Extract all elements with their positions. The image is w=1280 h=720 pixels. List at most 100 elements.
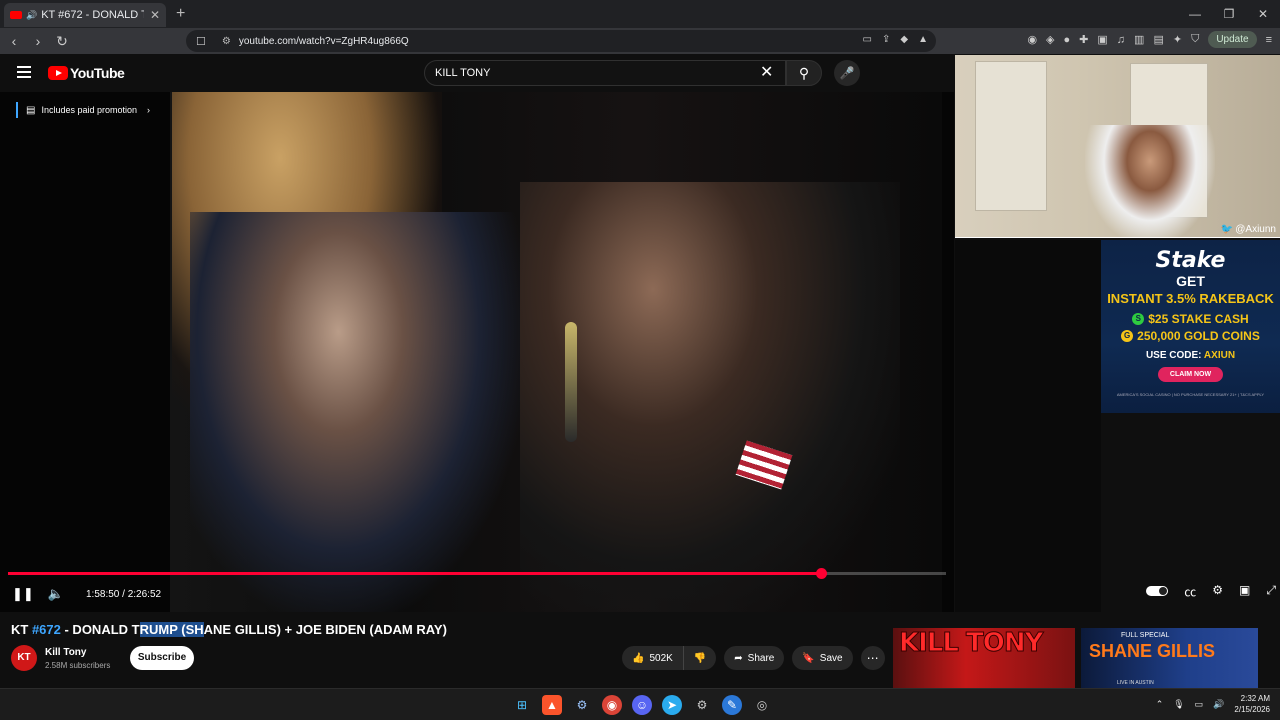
extension-icon[interactable]: ● [1064,34,1071,46]
captions-icon[interactable]: ㏄ [1184,583,1196,600]
share-button[interactable]: ➦ Share [724,646,785,670]
hashtag-link[interactable]: #672 [32,622,61,637]
progress-bar[interactable] [8,568,946,579]
obs-icon[interactable]: ◎ [752,695,772,715]
share-icon: ➦ [734,652,743,664]
channel-avatar[interactable]: KT [11,645,37,671]
close-tab-icon[interactable]: ✕ [150,8,160,22]
microphone-icon: 🎤 [839,66,855,80]
like-button[interactable]: 👍 502K [622,646,684,670]
ad-code-label: USE CODE: [1145,350,1204,361]
brave-browser-icon[interactable]: ▲ [542,695,562,715]
player-controls: ❚❚ 🔈 1:58:50 / 2:26:52 [0,580,954,608]
video-title: KT #672 - DONALD TRUMP (SHANE GILLIS) + … [11,622,447,637]
more-actions-icon[interactable]: ⋯ [860,646,885,670]
search-input[interactable]: KILL TONY [424,60,786,86]
app-icon[interactable]: ✎ [722,695,742,715]
update-button[interactable]: Update [1208,31,1257,48]
windows-start-icon[interactable]: ⊞ [512,695,532,715]
video-actions: 👍 502K 👎 ➦ Share 🔖 Save ⋯ [622,646,885,670]
forward-icon[interactable]: › [28,33,48,49]
autoplay-toggle[interactable] [1146,586,1169,596]
paid-promotion-badge[interactable]: ▤ Includes paid promotion › [16,102,150,118]
settings-gear-icon[interactable]: ⚙ [1212,583,1223,600]
dislike-button[interactable]: 👎 [683,646,717,670]
webcam-streamer [1085,125,1215,237]
volume-icon[interactable]: 🔊 [1213,699,1224,710]
steam-icon[interactable]: ⚙ [572,695,592,715]
streamer-handle: 🐦 @Axiunn [1221,224,1276,235]
network-icon[interactable]: ▭ [1195,699,1204,710]
cast-icon[interactable]: ▭ [863,34,872,45]
search-button[interactable]: ⚲ [786,60,822,86]
clock[interactable]: 2:32 AM 2/15/2026 [1234,693,1270,715]
reload-icon[interactable]: ↻ [52,33,72,50]
url-text[interactable]: youtube.com/watch?v=ZgHR4ug866Q [239,36,409,47]
share-page-icon[interactable]: ⇪ [882,34,890,45]
shield-icon[interactable]: ⛉ [1191,33,1199,46]
youtube-logo[interactable]: YouTube [48,65,125,81]
vpn-icon[interactable]: ◈ [1046,33,1054,46]
close-window-button[interactable]: ✕ [1246,0,1280,28]
handle-text: @Axiunn [1235,224,1276,235]
extension-icon[interactable]: ▣ [1097,33,1107,46]
search-value[interactable]: KILL TONY [435,67,490,79]
bookmark-icon[interactable]: ☐ [196,35,206,48]
address-bar[interactable]: ☐ ⚙ youtube.com/watch?v=ZgHR4ug866Q ▭ ⇪ … [186,30,936,52]
chevron-up-icon[interactable]: ⌃ [1156,699,1164,710]
thumbnail-text: SHANE GILLIS [1089,641,1216,661]
fullscreen-icon[interactable]: ⤢ [1266,583,1276,600]
taskbar-apps: ⊞ ▲ ⚙ ◉ ☺ ➤ ⚙ ✎ ◎ [512,695,772,715]
leo-icon[interactable]: ✦ [1173,33,1182,46]
sidebar-icon[interactable]: ▥ [1134,33,1144,46]
ad-rakeback: INSTANT 3.5% RAKEBACK [1107,291,1274,306]
puzzle-icon[interactable]: ✚ [1079,33,1088,46]
brave-rewards-icon[interactable]: ▲ [918,34,928,45]
audio-playing-icon[interactable]: 🔊 [26,10,37,21]
miniplayer-icon[interactable]: ▣ [1239,583,1250,600]
telegram-icon[interactable]: ➤ [662,695,682,715]
recommended-video-thumbnail[interactable]: FULL SPECIAL SHANE GILLIS LIVE IN AUSTIN [1081,628,1258,688]
discord-icon[interactable]: ☺ [632,695,652,715]
menu-icon[interactable]: ≡ [1266,34,1272,46]
gold-coin-icon: G [1121,330,1134,342]
clear-search-icon[interactable]: ✕ [760,62,773,82]
save-button[interactable]: 🔖 Save [792,646,853,670]
player-right-controls: ㏄ ⚙ ▣ ⤢ [1146,583,1280,600]
menu-icon[interactable] [17,66,31,78]
current-time: 1:58:50 [86,588,120,600]
title-selected-text: RUMP (SH [139,622,204,637]
minimize-button[interactable]: — [1178,0,1212,28]
site-info-icon[interactable]: ⚙ [222,36,231,47]
back-icon[interactable]: ‹ [4,33,24,49]
ad-claim-button: CLAIM NOW [1157,367,1224,382]
extension-icon[interactable]: ◉ [1027,33,1037,46]
voice-search-button[interactable]: 🎤 [834,60,860,86]
tab-title: KT #672 - DONALD TRUMP ( [41,9,144,21]
pause-icon[interactable]: ❚❚ [12,586,34,602]
volume-icon[interactable]: 🔈 [46,586,66,602]
browser-tab[interactable]: 🔊 KT #672 - DONALD TRUMP ( ✕ [4,3,166,27]
microphone-icon[interactable]: 🎙 [1173,699,1184,710]
windows-taskbar: ⊞ ▲ ⚙ ◉ ☺ ➤ ⚙ ✎ ◎ ⌃ 🎙 ▭ 🔊 2:32 AM 2/15/2… [0,688,1280,720]
window-controls: — ❐ ✕ [1178,0,1280,28]
channel-name[interactable]: Kill Tony [45,647,86,658]
progress-fill [8,572,822,575]
video-player[interactable]: ▤ Includes paid promotion › [0,92,954,612]
restore-button[interactable]: ❐ [1212,0,1246,28]
subscribe-button[interactable]: Subscribe [130,646,194,670]
wallet-icon[interactable]: ▤ [1153,33,1163,46]
share-label: Share [747,652,775,664]
youtube-favicon-icon [10,11,22,19]
settings-icon[interactable]: ⚙ [692,695,712,715]
music-icon[interactable]: ♫ [1117,34,1125,46]
paid-promotion-icon: ▤ [26,104,36,116]
chevron-right-icon: › [147,105,151,115]
chrome-icon[interactable]: ◉ [602,695,622,715]
recommended-video-thumbnail[interactable]: KILL TONY [893,628,1075,688]
thumbnail-text: KILL TONY [898,628,1043,659]
brave-shields-icon[interactable]: ◆ [900,34,908,45]
like-dislike-group: 👍 502K 👎 [622,646,717,670]
ad-cash-row: S $25 STAKE CASH [1101,312,1280,326]
new-tab-button[interactable]: + [176,5,185,23]
